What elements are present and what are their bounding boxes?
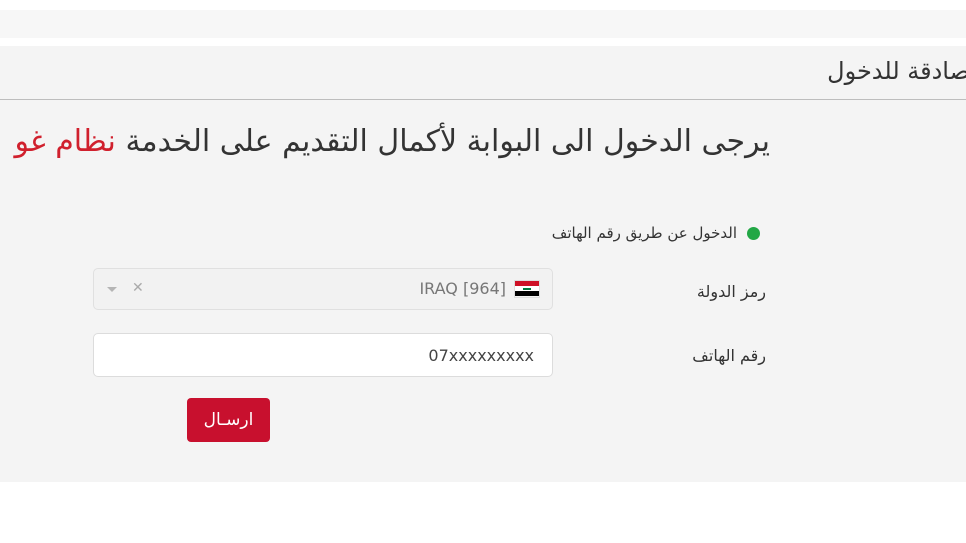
phone-number-input[interactable] [93, 333, 553, 377]
country-code-label: رمز الدولة [696, 282, 766, 301]
phone-number-label: رقم الهاتف [692, 346, 766, 365]
send-button[interactable]: ارسـال [187, 398, 270, 442]
headline-text: يرجى الدخول الى البوابة لأكمال التقديم ع… [125, 124, 770, 159]
status-dot-icon [747, 226, 760, 240]
page-headline: يرجى الدخول الى البوابة لأكمال التقديم ع… [14, 124, 770, 159]
login-panel [0, 46, 966, 482]
top-bar [0, 10, 966, 38]
country-selected-value: IRAQ [964] [419, 279, 540, 298]
headline-accent: نظام غو [14, 124, 116, 159]
clear-icon[interactable]: ✕ [132, 280, 144, 296]
iraq-flag-icon [514, 279, 540, 298]
panel-title: صادقة للدخول [827, 57, 966, 85]
country-value-text: IRAQ [964] [419, 279, 506, 298]
title-divider [0, 99, 966, 100]
chevron-down-icon[interactable] [107, 287, 117, 292]
login-method-option[interactable]: الدخول عن طريق رقم الهاتف [552, 224, 760, 242]
login-method-label: الدخول عن طريق رقم الهاتف [551, 224, 737, 242]
country-code-select[interactable]: IRAQ [964] ✕ [93, 268, 553, 310]
